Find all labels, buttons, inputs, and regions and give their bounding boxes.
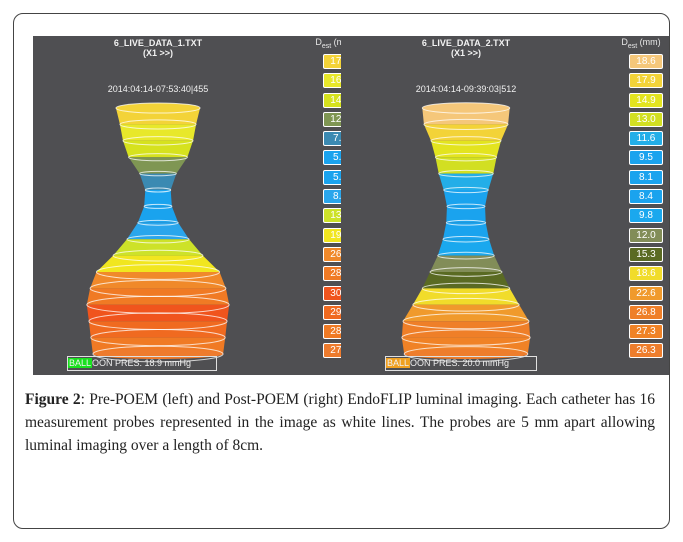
- zoom-indicator: (X1 >>): [142, 48, 173, 58]
- dest-header: Dest (mm): [621, 37, 661, 50]
- probe-value-badge: 17.9: [629, 73, 663, 89]
- balloon-segment: [403, 304, 529, 322]
- balloon-pressure-text: OON PRES. 18.9 mmHg: [92, 358, 192, 368]
- probe-line: [421, 102, 511, 114]
- probe-value-badge: 15.3: [629, 246, 663, 262]
- probe-value-badge: 26.8: [629, 304, 663, 320]
- probe-line: [115, 102, 201, 114]
- probe-value-badge: 14.9: [629, 92, 663, 108]
- balloon-pressure: BALLOON PRES. 18.9 mmHg: [67, 356, 217, 371]
- probe-value-badge: 13.0: [629, 111, 663, 127]
- file-title: 6_LIVE_DATA_1.TXT: [113, 38, 203, 48]
- probe-value-badge: 8.1: [629, 169, 663, 185]
- balloon-pressure-highlight: BALL: [386, 358, 411, 368]
- timestamp: 2014:04:14-07:53:40|455: [107, 84, 209, 94]
- endoflip-panel-right: 6_LIVE_DATA_2.TXT (X1 >>) 2014:04:14-09:…: [341, 36, 669, 375]
- probe-value-badge: 9.8: [629, 208, 663, 224]
- balloon-segment: [430, 255, 502, 272]
- probe-value-badge: 11.6: [629, 131, 663, 147]
- probe-value-badge: 9.5: [629, 150, 663, 166]
- balloon-segment: [401, 321, 531, 338]
- balloon-pressure: BALLOON PRES. 20.0 mmHg: [385, 356, 537, 371]
- figure-label: Figure 2: [25, 391, 81, 408]
- endoflip-panel-left: 6_LIVE_DATA_1.TXT (X1 >>) 2014:04:14-07:…: [33, 36, 363, 375]
- balloon-pressure-highlight: BALL: [68, 358, 93, 368]
- probe-value-badge: 18.6: [629, 266, 663, 282]
- figure-caption: Figure 2: Pre-POEM (left) and Post-POEM …: [25, 388, 655, 457]
- zoom-indicator: (X1 >>): [450, 48, 481, 58]
- caption-text: : Pre-POEM (left) and Post-POEM (right) …: [25, 391, 656, 454]
- balloon-pressure-text: OON PRES. 20.0 mmHg: [410, 358, 510, 368]
- probe-value-badge: 12.0: [629, 227, 663, 243]
- probe-value-badge: 26.3: [629, 343, 663, 359]
- probe-value-badge: 18.6: [629, 54, 663, 69]
- timestamp: 2014:04:14-09:39:03|512: [415, 84, 517, 94]
- balloon-segment: [113, 239, 203, 256]
- file-title: 6_LIVE_DATA_2.TXT: [421, 38, 511, 48]
- probe-value-badge: 22.6: [629, 285, 663, 301]
- probe-badges: 18.6 17.9 14.9 13.0 11.6 9.5 8.1 8.4 9.8 12.0 15.3…: [629, 54, 665, 363]
- probe-value-badge: 8.4: [629, 189, 663, 205]
- probe-value-badge: 27.3: [629, 324, 663, 340]
- balloon-segment: [96, 255, 220, 272]
